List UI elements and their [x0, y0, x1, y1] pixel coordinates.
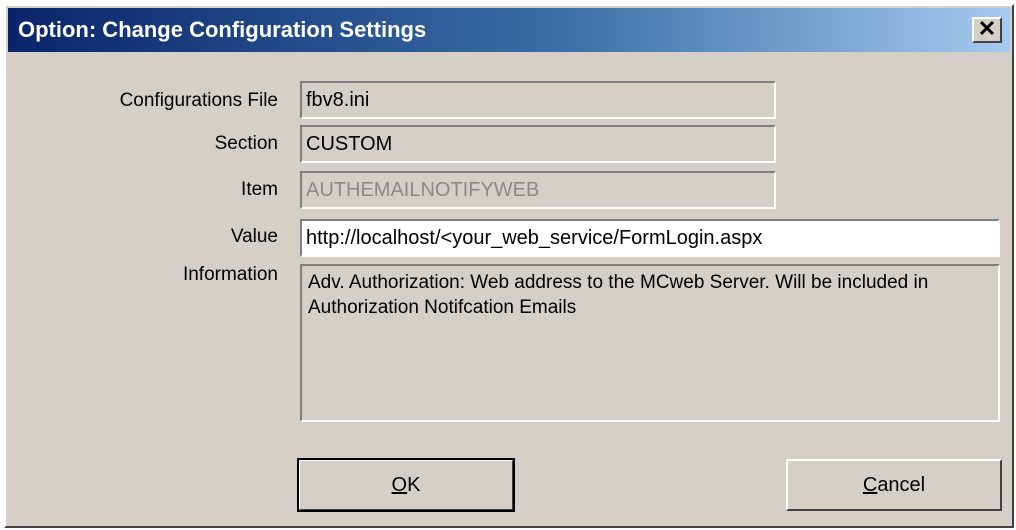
item-value: AUTHEMAILNOTIFYWEB [306, 179, 540, 201]
item-field: AUTHEMAILNOTIFYWEB [300, 171, 776, 209]
close-button[interactable]: ✕ [972, 17, 1002, 43]
information-label: Information [182, 264, 278, 285]
config-file-field: fbv8.ini [300, 81, 776, 119]
close-icon: ✕ [977, 16, 997, 41]
configuration-dialog: Option: Change Configuration Settings ✕ … [4, 4, 1014, 528]
value-input[interactable]: http://localhost/<your_web_service/FormL… [300, 219, 1000, 257]
information-text: Adv. Authorization: Web address to the M… [308, 272, 929, 318]
ok-button-label: OK [391, 474, 421, 496]
window-title: Option: Change Configuration Settings [18, 17, 427, 42]
section-label: Section [214, 133, 278, 154]
ok-button[interactable]: OK [297, 458, 515, 512]
information-box[interactable]: Adv. Authorization: Web address to the M… [300, 264, 1000, 422]
cancel-button-label: Cancel [862, 474, 926, 496]
value-text: http://localhost/<your_web_service/FormL… [306, 227, 763, 249]
cancel-button[interactable]: Cancel [786, 459, 1002, 511]
item-label: Item [241, 179, 278, 200]
config-file-label: Configurations File [119, 90, 278, 111]
title-bar[interactable]: Option: Change Configuration Settings ✕ [8, 8, 1010, 52]
config-file-value: fbv8.ini [306, 89, 370, 111]
section-field: CUSTOM [300, 125, 776, 163]
value-label: Value [230, 226, 278, 247]
section-value: CUSTOM [306, 133, 393, 155]
